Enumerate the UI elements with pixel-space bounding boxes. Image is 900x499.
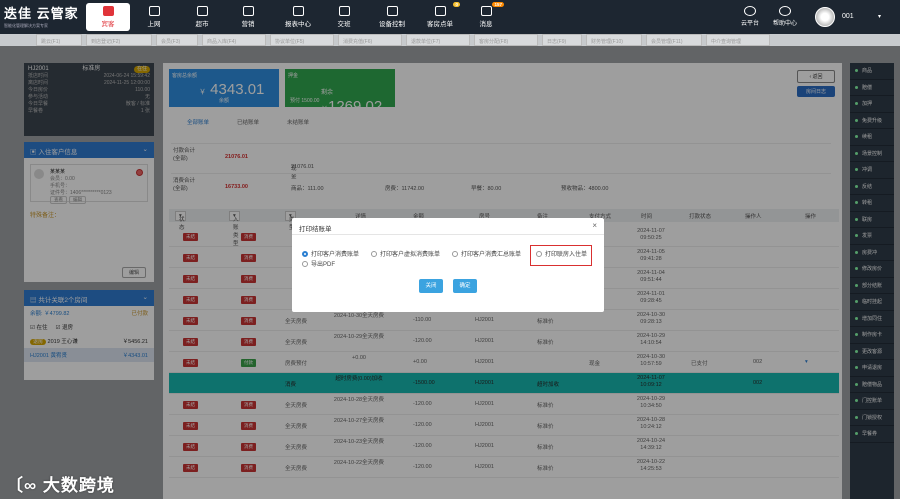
help-label: 帮助中心: [772, 21, 797, 27]
close-icon[interactable]: ×: [592, 221, 597, 230]
nav-label: 营销: [241, 21, 255, 28]
tab-item[interactable]: 到店登记(F2): [86, 34, 152, 46]
tab-item[interactable]: 跳云(F1): [36, 34, 82, 46]
highlight-box: [530, 245, 592, 266]
nav-label: 客房点单: [427, 21, 453, 28]
radio-icon: [371, 250, 377, 257]
radio-selected-icon: [302, 250, 308, 257]
top-bar: 迭佳 云管家 智能化管理解决方案专家 宾客 上网 超市 营销 报表中心 交班 设…: [0, 0, 900, 34]
option-summary-bill[interactable]: 打印客户消费汇总账单: [452, 249, 521, 258]
tab-item[interactable]: 退款单位(F7): [406, 34, 470, 46]
message-icon: [480, 6, 492, 16]
nav-room-order[interactable]: 客房点单 0: [418, 2, 462, 31]
nav-label: 报表中心: [285, 21, 311, 28]
nav-label: 宾客: [101, 21, 115, 28]
tab-item[interactable]: 财务管理(F10): [586, 34, 642, 46]
message-badge: 157: [492, 2, 504, 7]
nav-shift[interactable]: 交班: [324, 3, 364, 31]
dialog-header: 打印结账单 ×: [292, 218, 604, 235]
device-icon: [386, 6, 398, 16]
chevron-down-icon[interactable]: ▾: [878, 13, 881, 20]
nav-label: 消息: [479, 21, 493, 28]
order-badge: 0: [453, 2, 460, 7]
monitor-icon: [148, 6, 160, 16]
nav-device[interactable]: 设备控制: [370, 3, 414, 31]
nav-guest[interactable]: 宾客: [86, 3, 130, 31]
shift-icon: [338, 6, 350, 16]
user-name[interactable]: 001: [842, 13, 854, 20]
cart-icon: [196, 6, 208, 16]
radio-icon: [452, 250, 458, 257]
nav-internet[interactable]: 上网: [134, 3, 174, 31]
cloud-platform[interactable]: 云平台: [733, 4, 767, 27]
watermark: 〔∞ 大数跨境: [6, 476, 115, 495]
tab-item[interactable]: 日志(F9): [542, 34, 582, 46]
tab-item[interactable]: 客房分配(F8): [474, 34, 538, 46]
guest-icon: [102, 6, 114, 16]
option-export-pdf[interactable]: 导出PDF: [302, 259, 335, 268]
avatar[interactable]: [815, 7, 835, 27]
help-icon: [779, 6, 791, 16]
option-customer-bill[interactable]: 打印客户消费账单: [302, 249, 359, 258]
print-dialog: 打印结账单 × 打印客户消费账单 打印客户虚拟消费账单 打印客户消费汇总账单 打印…: [292, 218, 604, 312]
option-label: 打印客户消费账单: [311, 252, 360, 258]
bell-icon: [434, 6, 446, 16]
help-center[interactable]: 帮助中心: [768, 4, 802, 27]
option-virtual-bill[interactable]: 打印客户虚拟消费账单: [371, 249, 440, 258]
confirm-button[interactable]: 确定: [453, 279, 477, 293]
watermark-text: 大数跨境: [42, 476, 115, 495]
dialog-title: 打印结账单: [299, 226, 332, 233]
nav-label: 交班: [337, 21, 351, 28]
close-button[interactable]: 关闭: [419, 279, 443, 293]
tab-item[interactable]: 中介查询管理: [706, 34, 770, 46]
nav-market[interactable]: 超市: [182, 3, 222, 31]
nav-reports[interactable]: 报表中心: [276, 3, 320, 31]
nav-label: 超市: [195, 21, 209, 28]
radio-icon: [302, 260, 308, 267]
cloud-icon: [744, 6, 756, 16]
nav-messages[interactable]: 消息 157: [466, 2, 506, 31]
tab-item[interactable]: 会员管理(F11): [646, 34, 702, 46]
nav-label: 上网: [147, 21, 161, 28]
cloud-label: 云平台: [740, 21, 759, 27]
option-label: 打印客户消费汇总账单: [461, 252, 522, 258]
nav-marketing[interactable]: 营销: [228, 3, 268, 31]
tab-item[interactable]: 协议单位(F5): [270, 34, 334, 46]
tab-item[interactable]: 商品入库(F4): [202, 34, 266, 46]
app-logo: 迭佳 云管家 智能化管理解决方案专家: [4, 3, 79, 29]
tab-item[interactable]: 消费充值(F6): [338, 34, 402, 46]
function-tabs: 跳云(F1) 到店登记(F2) 会员(F3) 商品入库(F4) 协议单位(F5)…: [0, 34, 900, 46]
tab-item[interactable]: 会员(F3): [156, 34, 198, 46]
option-label: 导出PDF: [311, 262, 336, 268]
nav-label: 设备控制: [379, 21, 405, 28]
chart-icon: [242, 6, 254, 16]
app-subtitle: 智能化管理解决方案专家: [4, 23, 48, 28]
option-label: 打印客户虚拟消费账单: [380, 252, 441, 258]
report-icon: [292, 6, 304, 16]
app-title: 迭佳 云管家: [4, 6, 79, 21]
